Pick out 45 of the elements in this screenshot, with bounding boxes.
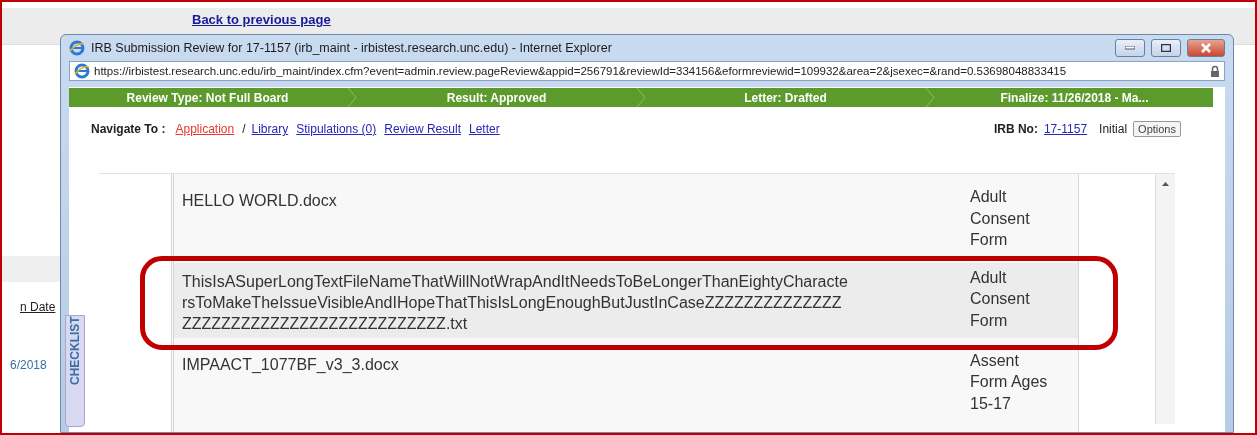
browser-icon xyxy=(69,40,85,57)
document-row[interactable]: HELLO WORLD.docx Adult Consent Form xyxy=(174,182,1079,255)
url-text: https://irbistest.research.unc.edu/irb_maint/index.cfm?event=admin.review.pageReview&appid=256791&reviewId=334156&eformreviewid=109932&area=2&jsexec=&rand=0.53698048833415 xyxy=(94,65,1068,78)
nav-link[interactable]: Letter xyxy=(468,122,500,136)
window-title: IRB Submission Review for 17-1157 (irb_maint - irbistest.research.unc.edu) - Internet Explorer xyxy=(91,41,613,56)
back-link[interactable]: Back to previous page xyxy=(192,12,331,27)
chevron-icon xyxy=(346,88,358,107)
date-cell-text: 6/2018 xyxy=(10,358,48,372)
address-bar[interactable]: https://irbistest.research.unc.edu/irb_maint/index.cfm?event=admin.review.pageReview&appid=256791&reviewId=334156&eformreviewid=109932&area=2&jsexec=&rand=0.53698048833415 xyxy=(69,61,1225,81)
scrollbar[interactable] xyxy=(1155,174,1175,424)
progress-step: Result: Approved xyxy=(358,88,635,107)
column-header[interactable]: n Date xyxy=(20,300,60,314)
progress-step: Finalize: 11/26/2018 - Ma... xyxy=(936,88,1213,107)
irb-number-link[interactable]: 17-1157 xyxy=(1043,122,1088,136)
progress-step: Letter: Drafted xyxy=(647,88,924,107)
maximize-icon xyxy=(1161,44,1171,53)
close-button[interactable] xyxy=(1187,39,1225,58)
nav-link[interactable]: Stipulations (0) xyxy=(296,122,377,136)
status-text: Initial xyxy=(1099,122,1128,136)
close-icon xyxy=(1201,43,1211,54)
file-name: HELLO WORLD.docx xyxy=(182,191,338,211)
nav-link[interactable]: Application xyxy=(175,122,235,136)
navigate-label: Navigate To : xyxy=(91,122,166,136)
separator: / xyxy=(242,122,246,136)
document-row[interactable]: IMPAACT_1077BF_v3_3.docx Assent Form Ages 15-17 xyxy=(174,345,1079,418)
document-row[interactable] xyxy=(174,262,1079,338)
minimize-button[interactable] xyxy=(1115,39,1145,58)
table-row-background xyxy=(2,256,60,282)
document-type: Assent Form Ages 15-17 xyxy=(970,350,1049,414)
file-name: IMPAACT_1077BF_v3_3.docx xyxy=(182,354,400,375)
checklist-tab[interactable]: CHECKLIST xyxy=(65,315,85,427)
progress-step: Review Type: Not Full Board xyxy=(69,88,346,107)
lock-icon xyxy=(1210,65,1220,78)
browser-icon xyxy=(74,63,90,80)
document-type: Adult Consent Form xyxy=(970,267,1031,331)
maximize-button[interactable] xyxy=(1151,39,1181,58)
options-button[interactable]: Options xyxy=(1133,121,1181,137)
nav-link[interactable]: Library xyxy=(251,122,289,136)
file-name: ThisIsASuperLongTextFileNameThatWillNotWrapAndItNeedsToBeLongerThanEightyCharactersToMakeTheIssueVisibleAndIHopeThatThisIsLongEnoughButJustInCaseZZZZZZZZZZZZZZZZZZZZZZZZZZZZZZZZZZZZZZZZZ.txt xyxy=(182,271,849,334)
scroll-up-icon xyxy=(1162,182,1170,186)
chevron-icon xyxy=(924,88,936,107)
nav-link[interactable]: Review Result xyxy=(384,122,461,136)
chevron-icon xyxy=(635,88,647,107)
document-type: Adult Consent Form xyxy=(970,187,1031,250)
irb-label: IRB No: xyxy=(993,122,1038,136)
